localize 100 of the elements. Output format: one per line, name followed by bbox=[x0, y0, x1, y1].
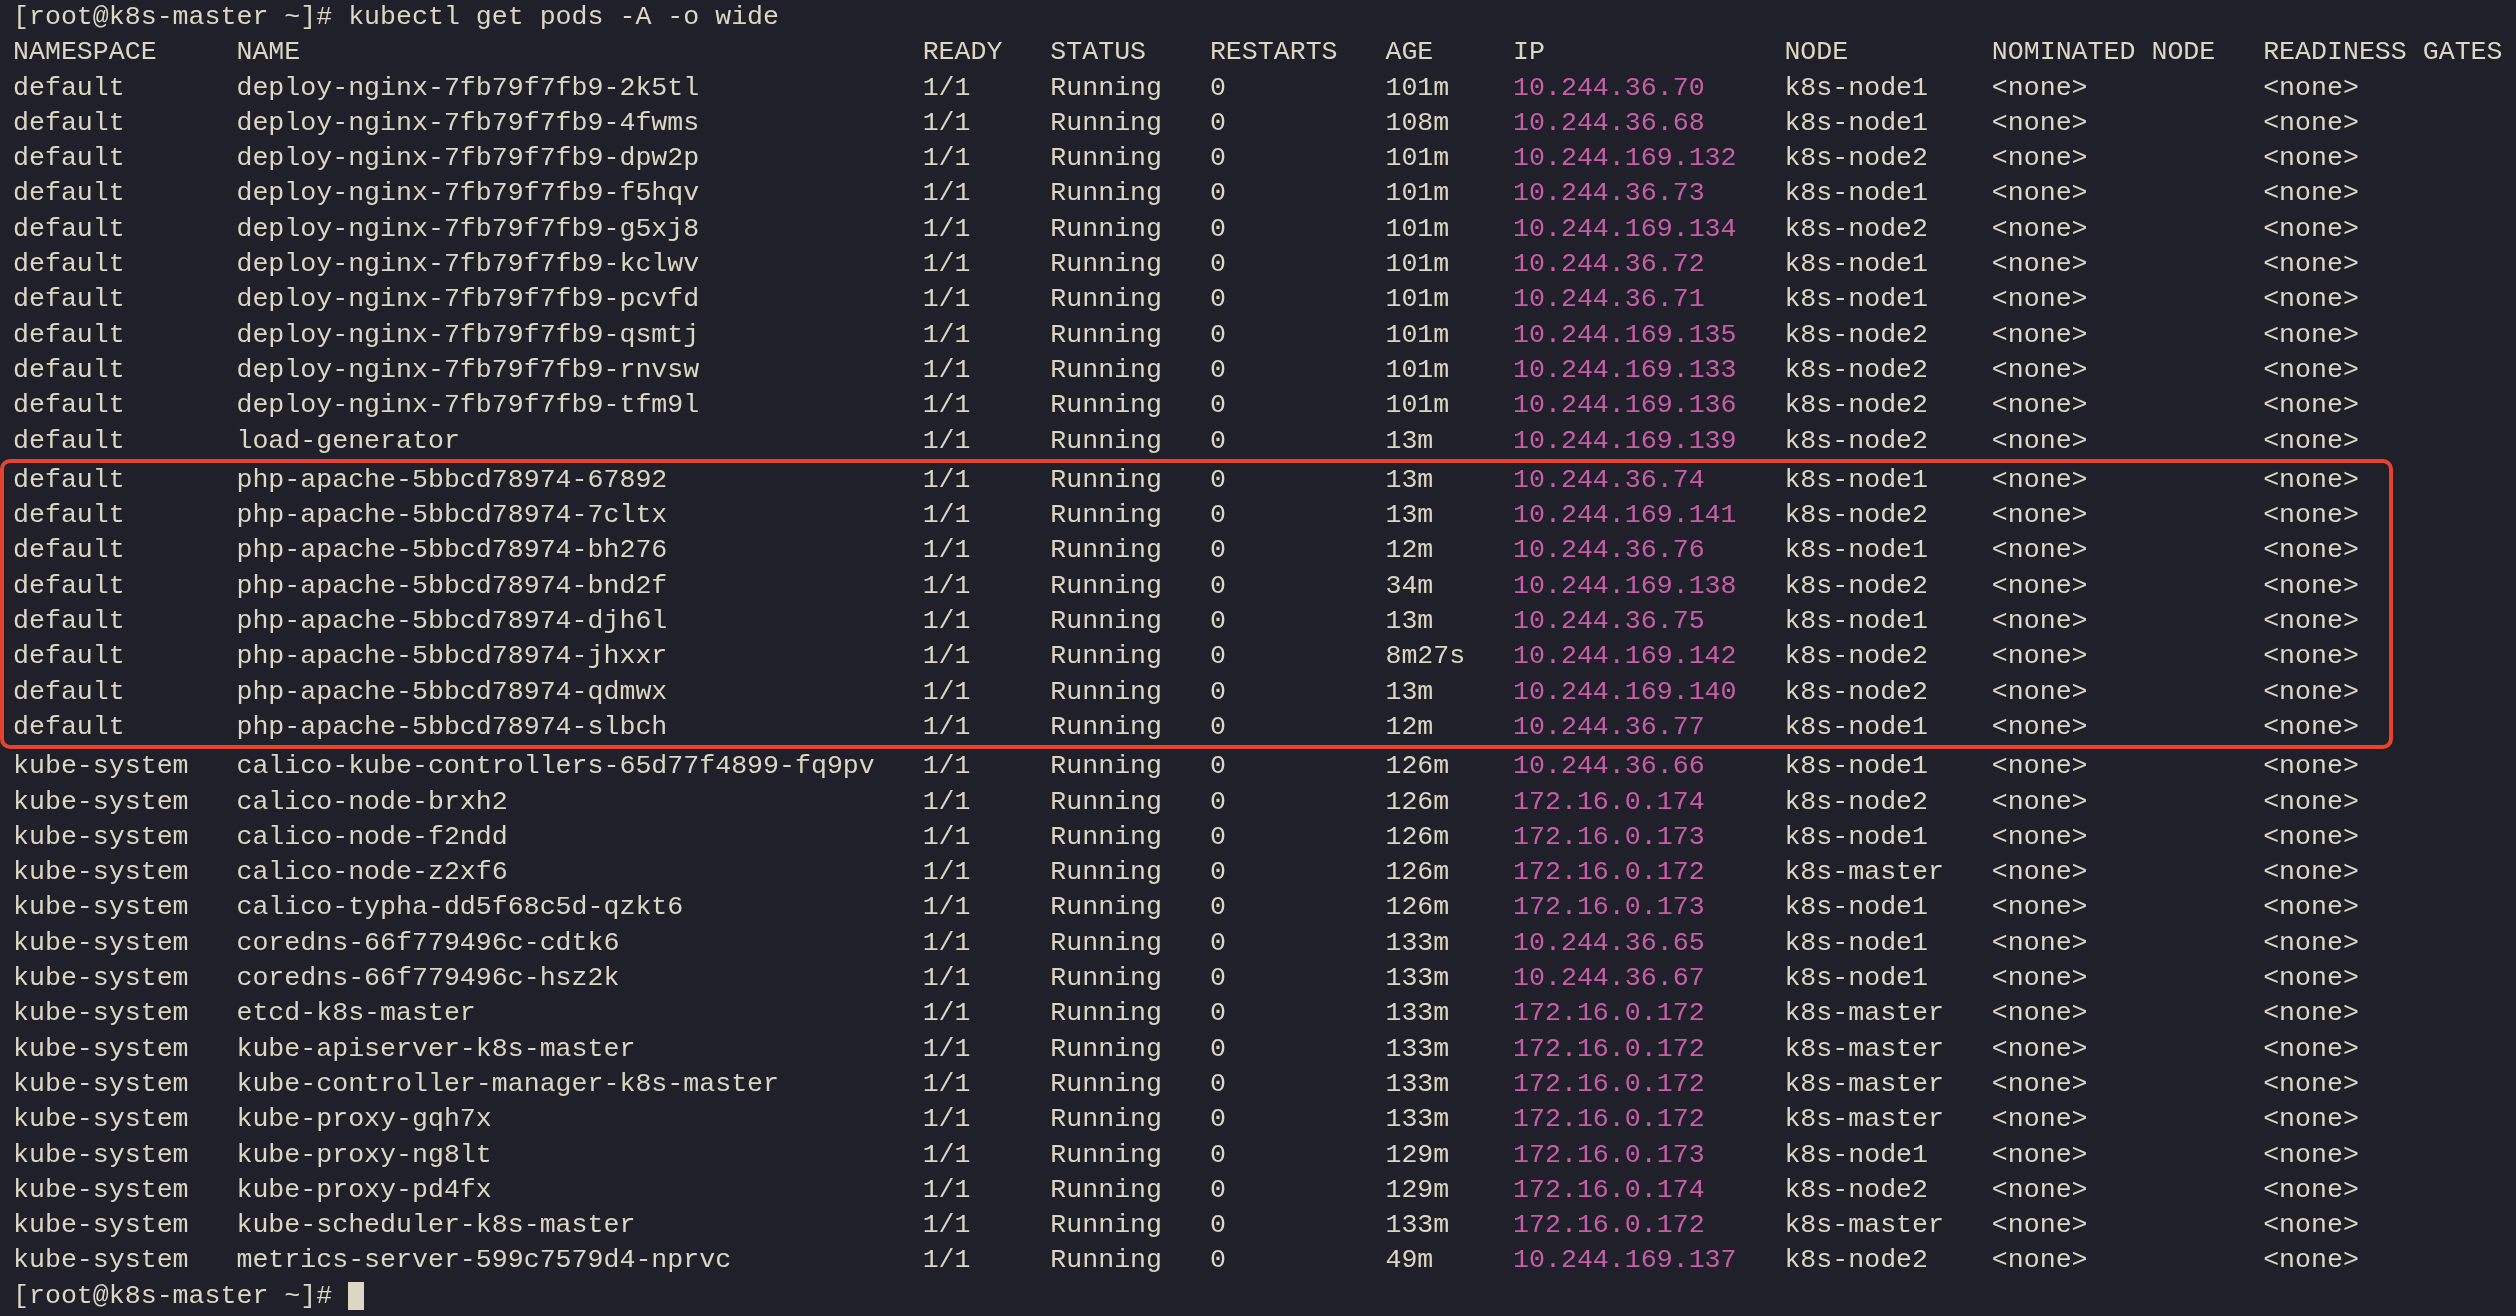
table-cell-text: k8s-node2 bbox=[1784, 424, 1928, 458]
table-cell-text: default bbox=[13, 569, 125, 603]
table-cell-text: 172.16.0.173 bbox=[1513, 891, 1705, 925]
table-cell-text: Running bbox=[1050, 640, 1162, 674]
table-cell-text: 0 bbox=[1209, 675, 1226, 709]
table-cell-text: k8s-node2 bbox=[1784, 389, 1928, 423]
table-cell-text: 12m bbox=[1385, 534, 1434, 568]
table-cell-text: k8s-master bbox=[1784, 1209, 1944, 1243]
table-cell-text: Running bbox=[1050, 785, 1162, 819]
table-cell-text: 10.244.36.75 bbox=[1513, 605, 1705, 639]
table-cell-text: <none> bbox=[1991, 856, 2088, 890]
table-cell-text: 10.244.36.72 bbox=[1513, 248, 1705, 282]
table-cell-text: 126m bbox=[1385, 856, 1450, 890]
table-cell-text: 1/1 bbox=[922, 248, 971, 282]
table-cell-text: Running bbox=[1050, 177, 1162, 211]
table-cell-text: <none> bbox=[2263, 1103, 2359, 1137]
table-cell-text: 0 bbox=[1209, 962, 1226, 995]
table-cell-text: default bbox=[13, 248, 125, 282]
table-cell-text: 0 bbox=[1209, 318, 1226, 352]
table-cell-text: 1/1 bbox=[922, 212, 971, 246]
table-cell-text: metrics-server-599c7579d4-nprvc bbox=[236, 1244, 732, 1278]
table-cell-text: 0 bbox=[1209, 353, 1226, 387]
table-cell-text: 1/1 bbox=[922, 283, 971, 317]
table-cell-text: 101m bbox=[1385, 248, 1450, 282]
table-cell-text: 0 bbox=[1209, 785, 1226, 819]
table-cell-text: 1/1 bbox=[922, 463, 971, 497]
table-cell-text: 10.244.169.138 bbox=[1513, 569, 1737, 603]
table-cell-text: <none> bbox=[2263, 106, 2359, 140]
column-header: NAME bbox=[236, 36, 301, 70]
table-cell-text: default bbox=[13, 605, 125, 639]
table-cell-text: Running bbox=[1050, 1138, 1162, 1172]
table-cell-text: k8s-node1 bbox=[1784, 71, 1928, 105]
table-cell-text: 0 bbox=[1209, 499, 1226, 533]
table-cell-text: k8s-node1 bbox=[1784, 283, 1928, 317]
table-cell-text: 0 bbox=[1209, 1138, 1226, 1172]
table-cell-text: 0 bbox=[1209, 283, 1226, 317]
table-cell-text: 0 bbox=[1209, 1103, 1226, 1137]
table-cell-text: 172.16.0.174 bbox=[1513, 785, 1705, 819]
table-cell-text: <none> bbox=[2263, 856, 2359, 890]
table-cell-text: <none> bbox=[2263, 463, 2359, 497]
shell-prompt: [root@k8s-master ~]# bbox=[13, 1, 333, 34]
table-cell-text: Running bbox=[1050, 534, 1162, 568]
table-cell-text: 10.244.36.68 bbox=[1513, 106, 1705, 140]
table-cell-text: <none> bbox=[2263, 750, 2359, 784]
table-cell-text: Running bbox=[1050, 318, 1162, 352]
column-header: IP bbox=[1513, 36, 1545, 70]
table-cell-text: Running bbox=[1050, 675, 1162, 709]
table-cell-text: deploy-nginx-7fb79f7fb9-rnvsw bbox=[236, 353, 700, 387]
table-cell-text: 101m bbox=[1385, 142, 1450, 176]
table-cell-text: deploy-nginx-7fb79f7fb9-2k5tl bbox=[236, 71, 700, 105]
table-cell-text: k8s-node2 bbox=[1784, 675, 1928, 709]
table-cell-text: k8s-node1 bbox=[1784, 106, 1928, 140]
table-cell-text: 1/1 bbox=[922, 820, 971, 854]
table-cell-text: 172.16.0.173 bbox=[1513, 820, 1705, 854]
table-cell-text: <none> bbox=[1991, 820, 2088, 854]
table-cell-text: default bbox=[13, 106, 125, 140]
table-cell-text: <none> bbox=[1991, 675, 2088, 709]
table-cell-text: Running bbox=[1050, 424, 1162, 458]
table-cell-text: <none> bbox=[1991, 605, 2088, 639]
table-cell-text: default bbox=[13, 424, 125, 458]
table-cell-text: 0 bbox=[1209, 569, 1226, 603]
table-cell-text: default bbox=[13, 534, 125, 568]
table-cell-text: 133m bbox=[1385, 1032, 1450, 1066]
column-header: READINESS GATES bbox=[2263, 36, 2503, 70]
table-cell-text: etcd-k8s-master bbox=[236, 997, 476, 1031]
table-cell-text: 10.244.169.141 bbox=[1513, 499, 1737, 533]
table-cell-text: Running bbox=[1050, 499, 1162, 533]
table-cell-text: <none> bbox=[2263, 177, 2359, 211]
table-cell-text: k8s-node1 bbox=[1784, 962, 1928, 995]
table-cell-text: <none> bbox=[1991, 1067, 2088, 1101]
table-cell-text: 129m bbox=[1385, 1138, 1450, 1172]
table-cell-text: 13m bbox=[1385, 424, 1434, 458]
table-cell-text: <none> bbox=[1991, 1209, 2088, 1243]
table-cell-text: 10.244.169.134 bbox=[1513, 212, 1737, 246]
table-cell-text: 108m bbox=[1385, 106, 1450, 140]
table-cell-text: 0 bbox=[1209, 1173, 1226, 1207]
table-cell-text: kube-system bbox=[13, 1067, 189, 1101]
table-cell-text: kube-proxy-ng8lt bbox=[236, 1138, 492, 1172]
table-cell-text: deploy-nginx-7fb79f7fb9-kclwv bbox=[236, 248, 700, 282]
table-cell-text: php-apache-5bbcd78974-bh276 bbox=[236, 534, 668, 568]
table-cell-text: 8m27s bbox=[1385, 640, 1466, 674]
table-cell-text: 1/1 bbox=[922, 1244, 971, 1278]
table-cell-text: 1/1 bbox=[922, 785, 971, 819]
table-cell-text: 1/1 bbox=[922, 750, 971, 784]
table-cell-text: 133m bbox=[1385, 997, 1450, 1031]
table-cell-text: 0 bbox=[1209, 212, 1226, 246]
table-cell-text: Running bbox=[1050, 820, 1162, 854]
table-cell-text: <none> bbox=[1991, 283, 2088, 317]
table-cell-text: default bbox=[13, 640, 125, 674]
table-cell-text: 34m bbox=[1385, 569, 1434, 603]
table-cell-text: 10.244.169.139 bbox=[1513, 424, 1737, 458]
table-cell-text: Running bbox=[1050, 212, 1162, 246]
table-cell-text: <none> bbox=[1991, 997, 2088, 1031]
table-cell-text: k8s-node2 bbox=[1784, 785, 1928, 819]
table-cell-text: Running bbox=[1050, 1209, 1162, 1243]
table-cell-text: k8s-node2 bbox=[1784, 1244, 1928, 1278]
table-cell-text: Running bbox=[1050, 1103, 1162, 1137]
table-cell-text: Running bbox=[1050, 1032, 1162, 1066]
table-cell-text: <none> bbox=[1991, 71, 2088, 105]
table-cell-text: 0 bbox=[1209, 463, 1226, 497]
